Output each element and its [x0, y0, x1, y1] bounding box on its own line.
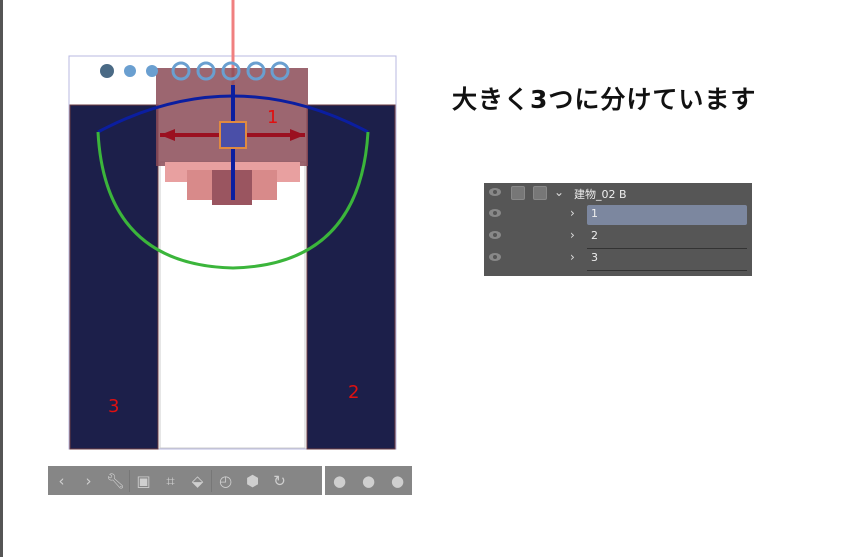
chevron-left-icon[interactable]: ‹ — [48, 472, 75, 490]
eye-icon[interactable] — [489, 231, 501, 239]
layer-name: 3 — [591, 251, 598, 264]
rotate-reset-icon[interactable]: ◴ — [212, 472, 239, 490]
layer-name: 1 — [591, 207, 598, 220]
label-3: 3 — [108, 396, 119, 417]
layer-row[interactable]: › 3 — [484, 248, 752, 270]
chevron-right-icon[interactable]: › — [570, 206, 575, 220]
camera-toolbar: ‹ › 🔧︎ ▣ ⌗ ⬙ ◴ ⬢ ↻ — [48, 466, 322, 495]
checkbox[interactable] — [511, 186, 525, 200]
layer-name: 建物_02 B — [574, 188, 627, 201]
light-1-icon[interactable]: ● — [326, 472, 353, 490]
3d-canvas[interactable]: 1 2 3 — [60, 0, 405, 460]
divider — [587, 270, 747, 271]
camera-icon[interactable]: ▣ — [130, 472, 157, 490]
chevron-down-icon[interactable]: ⌄ — [554, 185, 564, 199]
layer-panel: ⌄ 建物_02 B › 1 › 2 › 3 — [484, 183, 752, 276]
layer-group-row[interactable]: ⌄ 建物_02 B — [484, 183, 752, 205]
focus-icon[interactable]: ⌗ — [157, 472, 184, 490]
label-1: 1 — [267, 107, 278, 128]
eye-icon[interactable] — [489, 188, 501, 196]
chevron-right-icon[interactable]: › — [570, 250, 575, 264]
orbit-reset-icon[interactable]: ↻ — [266, 472, 293, 490]
eye-icon[interactable] — [489, 209, 501, 217]
layer-name: 2 — [591, 229, 598, 242]
window-edge — [0, 0, 3, 557]
label-2: 2 — [348, 382, 359, 403]
checkbox[interactable] — [533, 186, 547, 200]
wrench-icon[interactable]: 🔧︎ — [102, 472, 129, 490]
layer-row[interactable]: › 1 — [484, 204, 752, 226]
floor-icon[interactable]: ⬙ — [184, 472, 211, 490]
light-toolbar: ● ● ● — [325, 466, 412, 495]
layer-row[interactable]: › 2 — [484, 226, 752, 248]
chevron-right-icon[interactable]: › — [570, 228, 575, 242]
light-3-icon[interactable]: ● — [384, 472, 411, 490]
selection-highlight — [587, 205, 747, 225]
move-handle[interactable] — [219, 121, 247, 149]
heading: 大きく3つに分けています — [452, 85, 757, 114]
eye-icon[interactable] — [489, 253, 501, 261]
light-2-icon[interactable]: ● — [355, 472, 382, 490]
object-reset-icon[interactable]: ⬢ — [239, 472, 266, 490]
chevron-right-icon[interactable]: › — [75, 472, 102, 490]
